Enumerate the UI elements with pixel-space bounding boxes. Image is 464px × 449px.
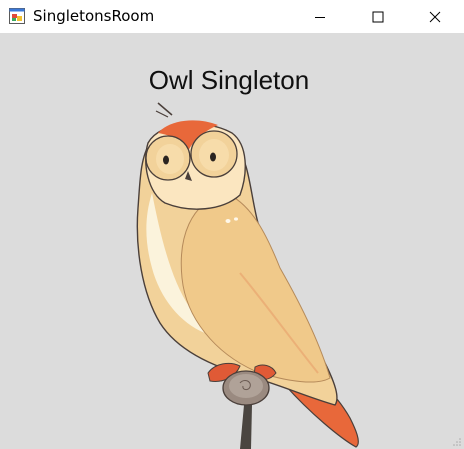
resize-grip-icon[interactable] (452, 437, 462, 447)
winforms-app-icon (9, 8, 25, 24)
title-bar[interactable]: SingletonsRoom (0, 0, 464, 33)
app-window: SingletonsRoom Owl Singleton (0, 0, 464, 449)
maximize-icon (372, 11, 384, 22)
minimize-icon (315, 16, 325, 18)
form-client-area: Owl Singleton (0, 33, 464, 449)
window-title: SingletonsRoom (33, 7, 155, 25)
minimize-button[interactable] (291, 0, 349, 33)
maximize-button[interactable] (349, 0, 407, 33)
close-button[interactable] (406, 0, 464, 33)
form-title-label: Owl Singleton (148, 65, 310, 95)
close-icon (429, 11, 441, 22)
